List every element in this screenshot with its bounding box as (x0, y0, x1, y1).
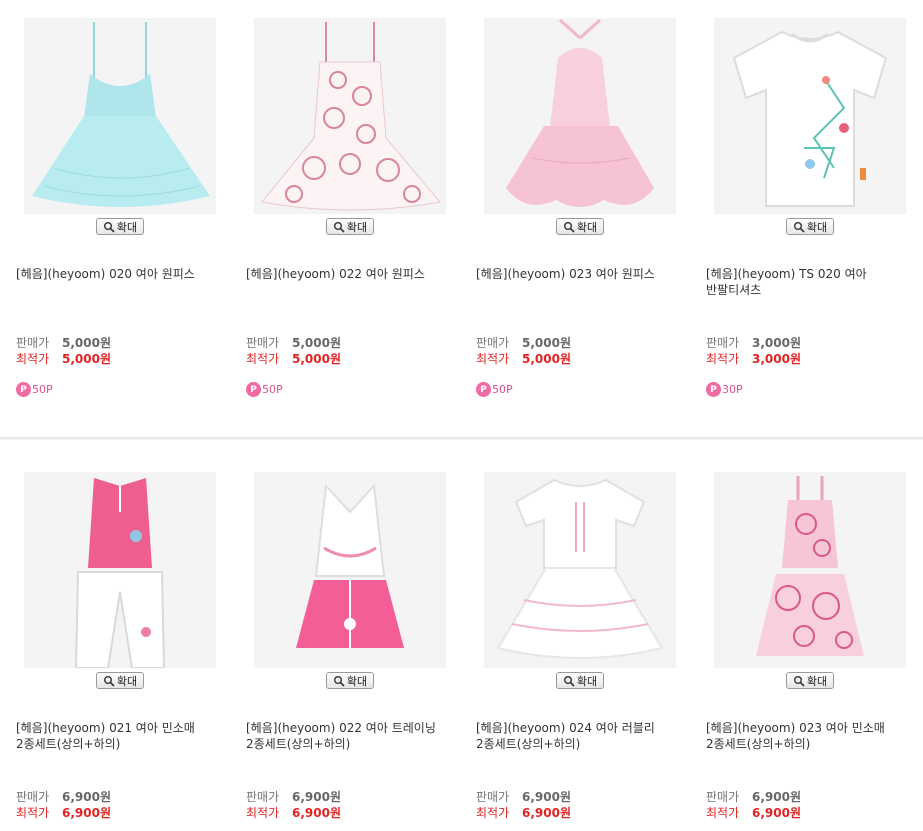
point-reward: P 50P (16, 382, 53, 397)
product-image[interactable] (254, 18, 446, 214)
product-image[interactable] (484, 18, 676, 214)
zoom-button[interactable]: 확대 (326, 218, 374, 235)
best-price: 최적가 6,900원 (706, 806, 801, 820)
sale-price: 판매가 6,900원 (246, 790, 341, 804)
product-row-2: 확대 [헤음](heyoom) 021 여아 민소매 2종세트(상의+하의) 확… (0, 440, 923, 831)
point-icon: P (706, 382, 721, 397)
zoom-label: 확대 (116, 674, 138, 688)
product-image[interactable] (254, 472, 446, 668)
product-name[interactable]: [헤음](heyoom) 022 여아 트레이닝 2종세트(상의+하의) (246, 720, 452, 752)
zoom-button[interactable]: 확대 (96, 672, 144, 689)
magnifier-icon (793, 221, 805, 233)
zoom-label: 확대 (806, 220, 828, 234)
product-card: 확대 [헤음](heyoom) TS 020 여아 반팔티셔츠 판매가 3,000… (690, 0, 910, 438)
sale-price: 판매가 5,000원 (476, 336, 571, 350)
point-reward: P 50P (476, 382, 513, 397)
product-card: 확대 [헤음](heyoom) 022 여아 트레이닝 2종세트(상의+하의) (230, 440, 450, 831)
product-name[interactable]: [헤음](heyoom) 023 여아 민소매 2종세트(상의+하의) (706, 720, 912, 752)
best-price: 최적가 5,000원 (16, 352, 111, 366)
best-price: 최적가 5,000원 (246, 352, 341, 366)
product-name[interactable]: [헤음](heyoom) 023 여아 원피스 (476, 266, 682, 282)
product-image[interactable] (484, 472, 676, 668)
magnifier-icon (563, 221, 575, 233)
product-row-1: 확대 [헤음](heyoom) 020 여아 원피스 판매가 5,000원 최적가… (0, 0, 923, 438)
product-name[interactable]: [헤음](heyoom) TS 020 여아 반팔티셔츠 (706, 266, 912, 298)
zoom-button[interactable]: 확대 (786, 218, 834, 235)
zoom-label: 확대 (346, 674, 368, 688)
best-price: 최적가 6,900원 (476, 806, 571, 820)
point-icon: P (16, 382, 31, 397)
zoom-button[interactable]: 확대 (556, 672, 604, 689)
best-price: 최적가 3,000원 (706, 352, 801, 366)
sale-price: 판매가 6,900원 (16, 790, 111, 804)
product-name[interactable]: [헤음](heyoom) 021 여아 민소매 2종세트(상의+하의) (16, 720, 222, 752)
product-card: 확대 [헤음](heyoom) 021 여아 민소매 2종세트(상의+하의) (0, 440, 220, 831)
product-image[interactable] (24, 18, 216, 214)
zoom-label: 확대 (346, 220, 368, 234)
point-reward: P 50P (246, 382, 283, 397)
zoom-button[interactable]: 확대 (96, 218, 144, 235)
zoom-label: 확대 (576, 674, 598, 688)
product-image[interactable] (714, 18, 906, 214)
zoom-label: 확대 (576, 220, 598, 234)
point-icon: P (476, 382, 491, 397)
magnifier-icon (793, 675, 805, 687)
zoom-button[interactable]: 확대 (786, 672, 834, 689)
best-price: 최적가 5,000원 (476, 352, 571, 366)
magnifier-icon (333, 221, 345, 233)
best-price: 최적가 6,900원 (246, 806, 341, 820)
sale-price: 판매가 3,000원 (706, 336, 801, 350)
product-card: 확대 [헤음](heyoom) 024 여아 러블리 2종세트(상의+하의) (460, 440, 680, 831)
point-icon: P (246, 382, 261, 397)
product-image[interactable] (714, 472, 906, 668)
magnifier-icon (103, 221, 115, 233)
zoom-label: 확대 (806, 674, 828, 688)
product-name[interactable]: [헤음](heyoom) 020 여아 원피스 (16, 266, 222, 282)
magnifier-icon (103, 675, 115, 687)
sale-price: 판매가 5,000원 (16, 336, 111, 350)
zoom-label: 확대 (116, 220, 138, 234)
magnifier-icon (333, 675, 345, 687)
sale-price: 판매가 6,900원 (706, 790, 801, 804)
zoom-button[interactable]: 확대 (326, 672, 374, 689)
zoom-button[interactable]: 확대 (556, 218, 604, 235)
product-card: 확대 [헤음](heyoom) 022 여아 원피스 판매가 5,000원 최적가… (230, 0, 450, 438)
product-image[interactable] (24, 472, 216, 668)
sale-price: 판매가 5,000원 (246, 336, 341, 350)
product-card: 확대 [헤음](heyoom) 023 여아 민소매 2종세트(상의+하의) (690, 440, 910, 831)
magnifier-icon (563, 675, 575, 687)
point-reward: P 30P (706, 382, 743, 397)
product-name[interactable]: [헤음](heyoom) 022 여아 원피스 (246, 266, 452, 282)
best-price: 최적가 6,900원 (16, 806, 111, 820)
product-card: 확대 [헤음](heyoom) 023 여아 원피스 판매가 5,000원 최적가… (460, 0, 680, 438)
product-card: 확대 [헤음](heyoom) 020 여아 원피스 판매가 5,000원 최적가… (0, 0, 220, 438)
sale-price: 판매가 6,900원 (476, 790, 571, 804)
product-name[interactable]: [헤음](heyoom) 024 여아 러블리 2종세트(상의+하의) (476, 720, 682, 752)
